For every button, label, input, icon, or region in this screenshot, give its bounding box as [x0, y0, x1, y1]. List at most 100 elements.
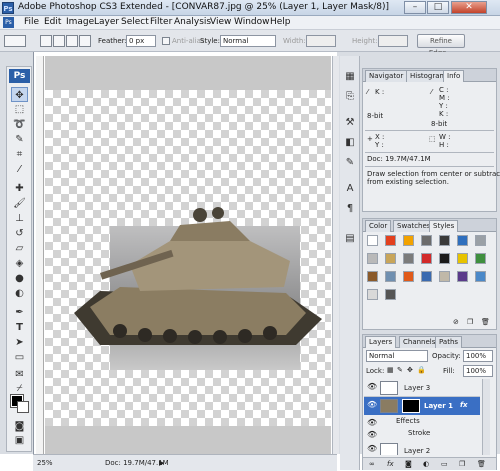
menu-select[interactable]: Select: [121, 17, 149, 27]
feather-input[interactable]: 0 px: [126, 35, 156, 47]
swatches-panel-icon[interactable]: ◧: [343, 136, 357, 150]
layer-stroke-row[interactable]: 👁 Stroke: [364, 427, 480, 439]
adjustment-icon[interactable]: ◐: [423, 460, 429, 468]
fill-input[interactable]: 100%: [463, 365, 493, 377]
menu-help[interactable]: Help: [270, 17, 291, 27]
style-swatch[interactable]: [385, 271, 396, 282]
style-swatch[interactable]: [475, 235, 486, 246]
blend-mode-select[interactable]: Normal: [366, 350, 428, 362]
navigator-panel-icon[interactable]: ▦: [343, 70, 357, 84]
tab-paths[interactable]: Paths: [435, 336, 463, 348]
lasso-tool-icon[interactable]: ➰: [11, 117, 28, 132]
eye-icon[interactable]: 👁: [367, 430, 377, 439]
fx-icon[interactable]: fx: [387, 460, 394, 468]
close-button[interactable]: ✕: [451, 1, 487, 14]
blur-tool-icon[interactable]: ●: [11, 271, 28, 286]
tab-layers[interactable]: Layers: [365, 336, 397, 348]
layer-name[interactable]: Layer 3: [404, 384, 430, 392]
menu-view[interactable]: View: [210, 17, 231, 27]
style-swatch[interactable]: [457, 271, 468, 282]
history-brush-tool-icon[interactable]: ↺: [11, 226, 28, 241]
marquee-tool-icon[interactable]: ⬚: [11, 102, 28, 117]
eraser-tool-icon[interactable]: ▱: [11, 241, 28, 256]
maximize-button[interactable]: □: [427, 1, 449, 14]
style-swatch[interactable]: [475, 253, 486, 264]
paragraph-panel-icon[interactable]: ¶: [343, 202, 357, 216]
tab-navigator[interactable]: Navigator: [365, 70, 408, 82]
style-swatch[interactable]: [385, 235, 396, 246]
slice-tool-icon[interactable]: ⁄: [11, 162, 28, 177]
layer-row-layer-2[interactable]: 👁 Layer 2: [364, 441, 480, 455]
crop-tool-icon[interactable]: ⌗: [11, 147, 28, 162]
create-style-icon[interactable]: ❐: [467, 318, 473, 326]
layer-effects-row[interactable]: 👁 Effects: [364, 415, 480, 427]
notes-tool-icon[interactable]: ✉: [11, 367, 28, 382]
menu-filter[interactable]: Filter: [150, 17, 172, 27]
status-arrow-icon[interactable]: ▶: [159, 459, 164, 467]
new-selection-icon[interactable]: [40, 35, 52, 47]
eyedropper-tool-icon[interactable]: ⌿: [11, 381, 28, 396]
subtract-selection-icon[interactable]: [66, 35, 78, 47]
menu-analysis[interactable]: Analysis: [174, 17, 211, 27]
lock-position-icon[interactable]: ✥: [407, 366, 413, 374]
layers-scrollbar[interactable]: [482, 379, 490, 455]
style-swatch[interactable]: [439, 253, 450, 264]
zoom-level[interactable]: 25%: [37, 459, 53, 467]
tab-info[interactable]: Info: [443, 70, 465, 82]
document-menu-icon[interactable]: Ps: [3, 17, 14, 28]
delete-style-icon[interactable]: 🗑: [481, 318, 490, 326]
tab-styles[interactable]: Styles: [429, 220, 459, 232]
style-swatch[interactable]: [403, 235, 414, 246]
style-swatch[interactable]: [385, 289, 396, 300]
menu-file[interactable]: File: [24, 17, 39, 27]
tab-channels[interactable]: Channels: [399, 336, 440, 348]
screen-mode-icon[interactable]: ▣: [11, 433, 28, 448]
style-swatch[interactable]: [403, 253, 414, 264]
tools-panel-icon[interactable]: ⚒: [343, 116, 357, 130]
layer-comps-panel-icon[interactable]: ▤: [343, 232, 357, 246]
style-swatch[interactable]: [457, 235, 468, 246]
style-swatch[interactable]: [367, 253, 378, 264]
eye-icon[interactable]: 👁: [367, 418, 377, 427]
lock-transparency-icon[interactable]: ▦: [387, 366, 394, 374]
pen-tool-icon[interactable]: ✒: [11, 305, 28, 320]
antialias-checkbox[interactable]: [162, 37, 170, 45]
type-tool-icon[interactable]: T: [11, 320, 28, 335]
tool-preset-picker[interactable]: [4, 35, 26, 47]
healing-brush-tool-icon[interactable]: ✚: [11, 181, 28, 196]
background-color-swatch[interactable]: [17, 401, 29, 413]
height-input[interactable]: [378, 35, 408, 47]
add-selection-icon[interactable]: [53, 35, 65, 47]
layer-row-layer-1[interactable]: 👁 Layer 1 fx: [364, 397, 480, 415]
style-swatch[interactable]: [421, 235, 432, 246]
path-selection-tool-icon[interactable]: ➤: [11, 335, 28, 350]
new-style-icon[interactable]: ⊘: [453, 318, 459, 326]
dodge-tool-icon[interactable]: ◐: [11, 286, 28, 301]
layer-mask-thumbnail[interactable]: [402, 399, 420, 413]
brushes-panel-icon[interactable]: ✎: [343, 156, 357, 170]
fx-badge[interactable]: fx: [460, 401, 468, 409]
menu-layer[interactable]: Layer: [94, 17, 119, 27]
style-swatch[interactable]: [367, 271, 378, 282]
layer-name[interactable]: Layer 1: [424, 402, 453, 410]
style-swatch[interactable]: [475, 271, 486, 282]
style-swatch[interactable]: [367, 289, 378, 300]
lock-all-icon[interactable]: 🔒: [417, 366, 426, 374]
move-tool-icon[interactable]: ✥: [11, 87, 28, 102]
style-swatch[interactable]: [421, 271, 432, 282]
link-icon[interactable]: ∞: [369, 460, 375, 468]
menu-window[interactable]: Window: [234, 17, 270, 27]
history-panel-icon[interactable]: ⎘: [343, 90, 357, 104]
layer-name[interactable]: Layer 2: [404, 447, 430, 455]
character-panel-icon[interactable]: A: [343, 182, 357, 196]
new-layer-icon[interactable]: ❐: [459, 460, 465, 468]
paint-bucket-tool-icon[interactable]: ◈: [11, 256, 28, 271]
vertical-scrollbar[interactable]: [332, 56, 339, 454]
style-swatch[interactable]: [367, 235, 378, 246]
intersect-selection-icon[interactable]: [79, 35, 91, 47]
eye-icon[interactable]: 👁: [367, 400, 377, 409]
clone-stamp-tool-icon[interactable]: ⊥: [11, 211, 28, 226]
style-swatch[interactable]: [385, 253, 396, 264]
refine-edge-button[interactable]: Refine Edge...: [417, 34, 465, 57]
ps-logo[interactable]: Ps: [9, 69, 30, 83]
